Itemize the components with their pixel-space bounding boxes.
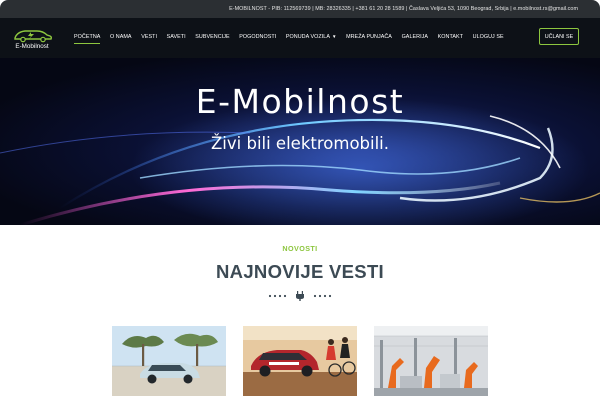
nav-item-pocetna[interactable]: Početna — [74, 30, 101, 44]
hero-banner: E-Mobilnost Živi bili elektromobili. — [0, 58, 600, 225]
nav-item-pogodnosti[interactable]: Pogodnosti — [239, 30, 276, 44]
nav-item-galerija[interactable]: Galerija — [402, 30, 428, 44]
section-divider — [268, 291, 332, 301]
main-nav: Početna O nama Vesti Saveti Subvencije P… — [74, 28, 513, 46]
car-logo-icon — [14, 30, 53, 43]
join-button[interactable]: Učlani se — [539, 28, 579, 45]
news-title: NAJNOVIJE VESTI — [216, 261, 384, 282]
page-frame: E-MOBILNOST - PIB: 112569739 | MB: 28326… — [0, 0, 600, 400]
site-logo[interactable]: E-Mobilnost — [9, 26, 55, 52]
hero-subtitle: Živi bili elektromobili. — [210, 134, 390, 153]
nav-item-saveti[interactable]: Saveti — [167, 30, 186, 44]
nav-item-o-nama[interactable]: O nama — [110, 30, 132, 44]
nav-item-subvencije[interactable]: Subvencije — [195, 30, 229, 44]
hero-title: E-Mobilnost — [195, 82, 405, 121]
nav-item-uloguj-se[interactable]: Uloguj se — [473, 30, 504, 44]
news-eyebrow: NOVOSTI — [282, 244, 318, 253]
news-card-2-image[interactable] — [243, 326, 357, 396]
nav-item-ponuda-vozila[interactable]: Ponuda vozila ▼ — [286, 30, 337, 44]
logo-text: E-Mobilnost — [15, 43, 49, 50]
top-info-bar: E-MOBILNOST - PIB: 112569739 | MB: 28326… — [0, 0, 600, 18]
nav-item-mreza-punjaca[interactable]: Mreža punjača — [346, 30, 392, 44]
chevron-down-icon: ▼ — [331, 34, 337, 39]
nav-item-kontakt[interactable]: Kontakt — [438, 30, 463, 44]
news-card-1-image[interactable] — [112, 326, 226, 396]
plug-icon — [296, 291, 304, 301]
site-header: E-Mobilnost Početna O nama Vesti Saveti … — [0, 18, 600, 58]
news-card-3-image[interactable] — [374, 326, 488, 396]
company-info: E-MOBILNOST - PIB: 112569739 | MB: 28326… — [229, 6, 578, 12]
nav-item-vesti[interactable]: Vesti — [141, 30, 157, 44]
